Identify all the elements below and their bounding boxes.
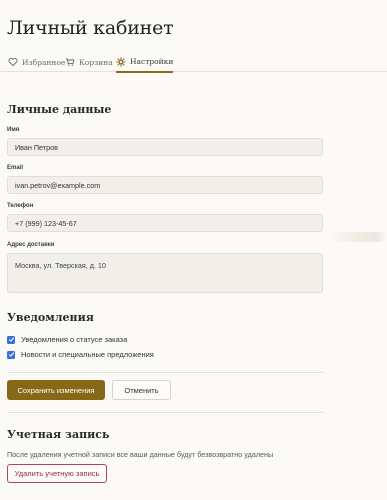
heart-icon [8,57,18,67]
email-field[interactable]: ivan.petrov@example.com [7,176,323,194]
cart-icon [65,57,75,67]
delete-account-button[interactable]: Удалить учетную запись [7,464,107,483]
personal-data-heading: Личные данные [7,103,112,116]
save-button[interactable]: Сохранить изменения [7,380,105,400]
checkbox-checked[interactable] [7,335,15,344]
notify-order-status-row[interactable]: Уведомления о статусе заказа [7,335,127,344]
account-heading: Учетная запись [7,428,110,441]
notifications-heading: Уведомления [7,311,94,324]
address-label: Адрес доставки [7,242,55,248]
tab-label: Настройки [130,57,174,66]
name-field[interactable]: Иван Петров [7,138,323,156]
background-smudge [330,232,387,242]
tab-settings[interactable]: Настройки [116,52,174,73]
phone-field[interactable]: +7 (999) 123-45-67 [7,214,323,232]
gear-icon [116,56,126,67]
checkbox-label: Новости и специальные предложения [21,350,154,359]
email-label: Email [7,165,24,171]
checkbox-checked[interactable] [7,350,15,359]
notify-news-row[interactable]: Новости и специальные предложения [7,350,154,359]
tab-cart[interactable]: Корзина [65,52,113,72]
page-title: Личный кабинет [7,17,174,39]
tab-favorites[interactable]: Избранное [8,52,65,72]
name-label: Имя [7,127,20,133]
divider [7,372,323,373]
cancel-button[interactable]: Отменить [112,380,171,400]
phone-label: Телефон [7,203,34,209]
checkbox-label: Уведомления о статусе заказа [21,335,128,344]
tab-bar: Избранное Корзина Настройки [0,48,387,73]
tab-label: Корзина [79,57,113,67]
tab-label: Избранное [22,57,66,67]
address-field[interactable]: Москва, ул. Тверская, д. 10 [7,253,323,293]
delete-warning-text: После удаления учетной записи все ваши д… [7,450,274,459]
divider [7,412,323,413]
